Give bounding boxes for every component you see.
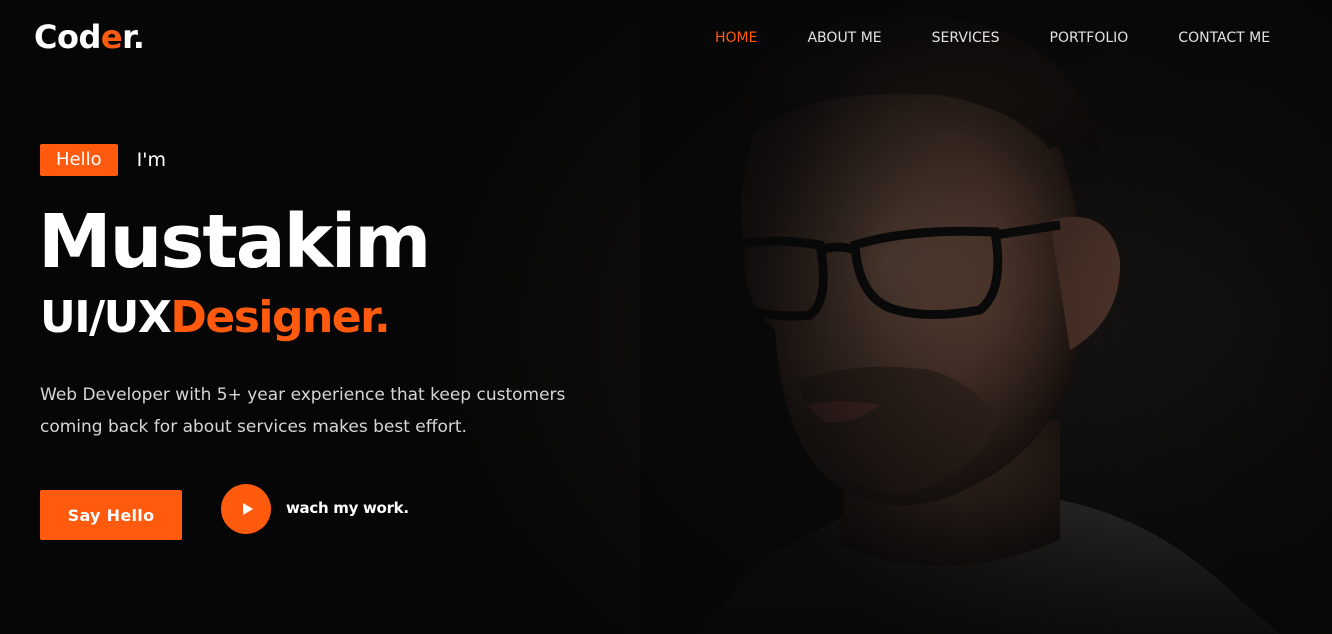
- nav-services[interactable]: SERVICES: [932, 28, 1000, 48]
- hero-description: Web Developer with 5+ year experience th…: [40, 385, 566, 437]
- role-prefix: UI/UX: [40, 292, 172, 343]
- say-hello-button[interactable]: Say Hello: [40, 490, 182, 540]
- logo-prefix: Cod: [34, 18, 101, 56]
- hero-role: UI/UXDesigner.: [40, 288, 391, 348]
- logo-suffix: r.: [122, 18, 145, 56]
- main-nav: HOME ABOUT ME SERVICES PORTFOLIO CONTACT…: [715, 28, 1270, 48]
- nav-contact-me[interactable]: CONTACT ME: [1178, 28, 1270, 48]
- play-icon: [242, 503, 253, 515]
- hello-badge: Hello: [40, 144, 118, 176]
- nav-portfolio[interactable]: PORTFOLIO: [1050, 28, 1129, 48]
- brand-logo[interactable]: Coder.: [34, 18, 145, 56]
- watch-work-link[interactable]: wach my work.: [286, 498, 409, 518]
- greeting-row: Hello I'm: [40, 144, 166, 176]
- hero-name: Mustakim: [38, 199, 431, 285]
- portrait-image: [640, 0, 1332, 634]
- nav-home[interactable]: HOME: [715, 28, 757, 48]
- play-button[interactable]: [221, 484, 271, 534]
- hero-section: Coder. HOME ABOUT ME SERVICES PORTFOLIO …: [0, 0, 1332, 634]
- logo-accent: e: [100, 18, 123, 56]
- nav-about-me[interactable]: ABOUT ME: [807, 28, 881, 48]
- intro-text: I'm: [136, 149, 166, 171]
- role-accent: Designer.: [170, 292, 390, 343]
